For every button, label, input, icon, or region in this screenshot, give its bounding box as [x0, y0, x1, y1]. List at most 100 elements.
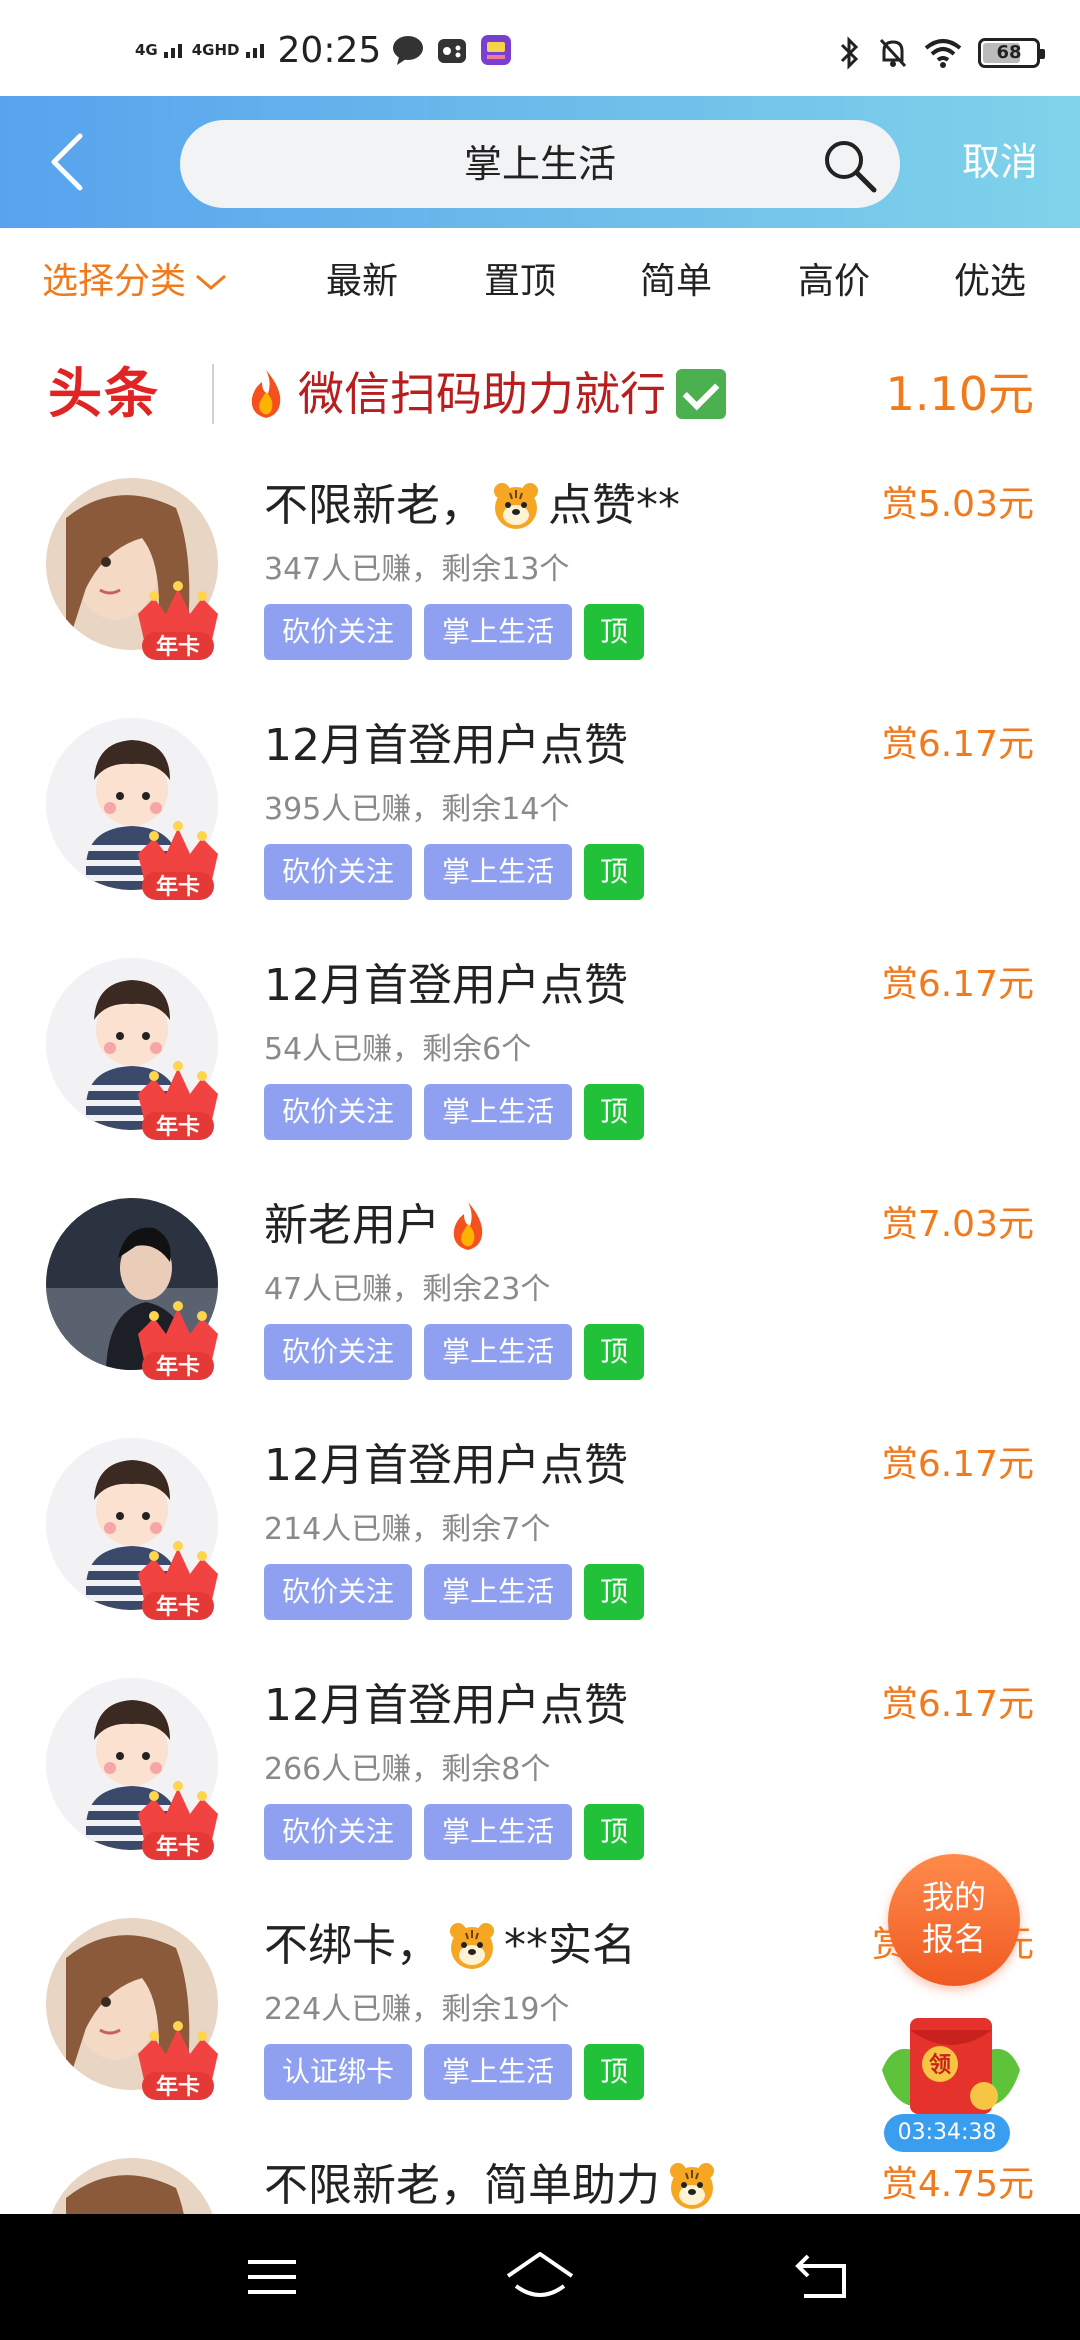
badge-label: 年卡 [156, 1834, 200, 1860]
task-row[interactable]: 年卡 12月首登用户点赞 赏6.17元 214人已赚，剩余7个 砍价关注 掌上生… [0, 1414, 1080, 1654]
year-card-badge-icon: 年卡 [138, 581, 218, 660]
task-title: 不绑卡， [264, 1920, 440, 1971]
check-mark-icon [676, 369, 726, 419]
tag-platform: 掌上生活 [424, 604, 573, 660]
tag-pinned: 顶 [584, 1564, 645, 1620]
tag-category: 砍价关注 [264, 1564, 413, 1620]
redpacket-label: 领 [929, 2052, 951, 2078]
year-card-badge-icon: 年卡 [138, 1061, 218, 1140]
badge-label: 年卡 [156, 1354, 200, 1380]
task-stats: 224人已赚，剩余19个 [264, 1992, 570, 2027]
badge-label: 年卡 [156, 1594, 200, 1620]
task-reward: 赏6.17元 [881, 1684, 1034, 1725]
task-row[interactable]: 年卡 不限新老， 点赞** 赏5.03元 347人已赚，剩余13个 砍价关注 掌… [0, 454, 1080, 694]
search-icon[interactable] [822, 138, 878, 194]
task-title: 不限新老， [264, 480, 484, 531]
signal-indicator-2: 4GHD [192, 42, 264, 58]
task-stats: 47人已赚，剩余23个 [264, 1272, 551, 1307]
signup-line1: 我的 [921, 1878, 986, 1916]
home-icon[interactable] [502, 2246, 578, 2308]
cancel-button[interactable]: 取消 [962, 96, 1038, 228]
task-stats: 266人已赚，剩余8个 [264, 1752, 551, 1787]
task-title: 12月首登用户点赞 [264, 1440, 628, 1491]
year-card-badge-icon: 年卡 [138, 1301, 218, 1380]
mute-bell-icon [879, 38, 907, 68]
tag-platform: 掌上生活 [424, 1804, 573, 1860]
tag-platform: 掌上生活 [424, 844, 573, 900]
task-row[interactable]: 年卡 12月首登用户点赞 赏6.17元 266人已赚，剩余8个 砍价关注 掌上生… [0, 1654, 1080, 1894]
wifi-icon [924, 39, 962, 68]
bluetooth-icon [840, 36, 859, 70]
back-icon[interactable] [792, 2246, 856, 2308]
battery-indicator: 68 [978, 38, 1045, 68]
tiger-emoji-icon [450, 1923, 494, 1969]
task-reward: 赏7.03元 [881, 1204, 1034, 1245]
task-reward: 赏6.17元 [881, 1444, 1034, 1485]
tab-pinned[interactable]: 置顶 [484, 228, 556, 336]
tag-pinned: 顶 [584, 1084, 645, 1140]
search-query: 掌上生活 [463, 142, 616, 186]
tab-latest[interactable]: 最新 [326, 228, 398, 336]
status-bar: 4G 4GHD 20:25 68 [0, 0, 1080, 96]
tab-simple[interactable]: 简单 [640, 228, 712, 336]
category-label: 选择分类 [42, 261, 187, 302]
task-stats: 214人已赚，剩余7个 [264, 1512, 551, 1547]
task-title: 12月首登用户点赞 [264, 720, 628, 771]
year-card-badge-icon: 年卡 [138, 821, 218, 900]
headline-banner[interactable]: 头条 微信扫码助力就行 1.10元 [0, 336, 1080, 454]
search-input[interactable]: 掌上生活 [180, 120, 900, 208]
signal-indicator-1: 4G [135, 42, 182, 58]
tag-category: 砍价关注 [264, 1804, 413, 1860]
headline-price: 1.10元 [885, 367, 1034, 421]
year-card-badge-icon: 年卡 [138, 1781, 218, 1860]
task-stats: 54人已赚，剩余6个 [264, 1032, 532, 1067]
badge-label: 年卡 [156, 2074, 200, 2100]
task-row[interactable]: 年卡 新老用户 赏7.03元 47人已赚，剩余23个 砍价关注 掌上生活 顶 [0, 1174, 1080, 1414]
tag-category: 砍价关注 [264, 1084, 413, 1140]
badge-label: 年卡 [156, 874, 200, 900]
tag-platform: 掌上生活 [424, 1084, 573, 1140]
tag-category: 砍价关注 [264, 844, 413, 900]
filter-bar: 选择分类 最新 置顶 简单 高价 优选 [0, 228, 1080, 336]
fire-icon [453, 1202, 483, 1250]
tag-pinned: 顶 [584, 2044, 645, 2100]
gamepad-icon [438, 39, 467, 63]
task-row[interactable]: 年卡 12月首登用户点赞 赏6.17元 54人已赚，剩余6个 砍价关注 掌上生活… [0, 934, 1080, 1174]
tab-high-price[interactable]: 高价 [798, 228, 870, 336]
task-stats: 395人已赚，剩余14个 [264, 792, 570, 827]
tag-pinned: 顶 [584, 1804, 645, 1860]
tag-pinned: 顶 [584, 844, 645, 900]
task-title: 12月首登用户点赞 [264, 960, 628, 1011]
fire-icon [251, 370, 281, 418]
app-notification-icon [481, 35, 512, 65]
task-title-suffix: 点赞** [548, 480, 680, 531]
tiger-emoji-icon [494, 483, 538, 529]
task-row[interactable]: 年卡 12月首登用户点赞 赏6.17元 395人已赚，剩余14个 砍价关注 掌上… [0, 694, 1080, 934]
countdown-timer: 03:34:38 [884, 2114, 1010, 2152]
tag-pinned: 顶 [584, 604, 645, 660]
category-selector[interactable]: 选择分类 [42, 228, 228, 336]
my-signup-button[interactable]: 我的 报名 [888, 1854, 1020, 1986]
chevron-down-icon [196, 274, 226, 290]
task-reward: 赏6.17元 [881, 964, 1034, 1005]
task-title: 12月首登用户点赞 [264, 1680, 628, 1731]
task-title: 不限新老，简单助力 [264, 2160, 660, 2211]
divider [212, 364, 214, 424]
year-card-badge-icon: 年卡 [138, 1541, 218, 1620]
task-title-suffix: **实名 [504, 1920, 636, 1971]
tag-platform: 掌上生活 [424, 1564, 573, 1620]
tag-category: 砍价关注 [264, 604, 413, 660]
tag-platform: 掌上生活 [424, 1324, 573, 1380]
task-stats: 347人已赚，剩余13个 [264, 552, 570, 587]
task-reward: 赏4.75元 [881, 2164, 1034, 2205]
tab-featured[interactable]: 优选 [954, 228, 1026, 336]
task-title: 新老用户 [264, 1200, 440, 1251]
clock: 20:25 [277, 29, 382, 71]
tiger-emoji-icon [670, 2163, 714, 2209]
headline-logo: 头条 [48, 362, 160, 425]
tag-pinned: 顶 [584, 1324, 645, 1380]
tag-category: 砍价关注 [264, 1324, 413, 1380]
back-arrow-icon[interactable] [40, 126, 100, 198]
message-icon [393, 36, 424, 65]
menu-icon[interactable] [240, 2246, 304, 2308]
